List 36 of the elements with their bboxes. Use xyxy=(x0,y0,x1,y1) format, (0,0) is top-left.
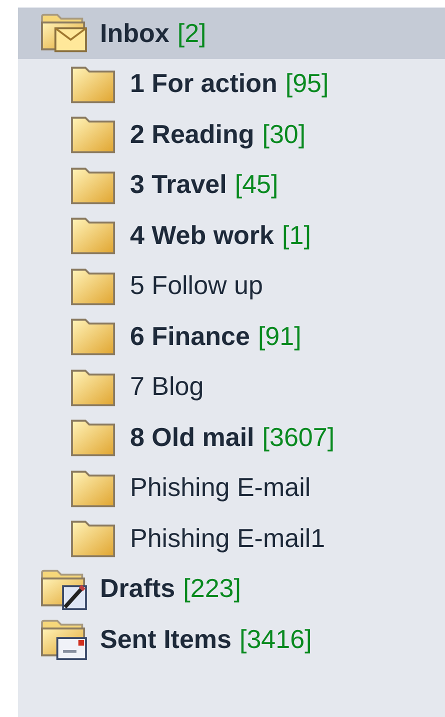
folder-item[interactable]: 2 Reading [30] xyxy=(18,109,445,160)
folder-name: 6 Finance xyxy=(130,320,250,353)
folder-item[interactable]: Phishing E-mail xyxy=(18,462,445,513)
unread-count: [95] xyxy=(285,67,329,100)
folder-name: Inbox xyxy=(100,16,170,50)
unread-count: [1] xyxy=(282,218,311,252)
folder-item[interactable]: Inbox [2] xyxy=(18,8,445,58)
folder-name: 1 For action xyxy=(130,67,278,100)
folder-item[interactable]: 7 Blog xyxy=(18,362,445,412)
unread-count: [3607] xyxy=(262,420,335,454)
unread-count: [45] xyxy=(234,168,278,202)
unread-count: [91] xyxy=(258,320,302,353)
folder-item[interactable]: Sent Items [3416] xyxy=(18,614,445,664)
folder-item[interactable]: 6 Finance [91] xyxy=(18,311,445,362)
folder-name: Phishing E-mail xyxy=(130,471,311,504)
folder-item[interactable]: Phishing E-mail1 xyxy=(18,513,445,564)
folder-name: Phishing E-mail1 xyxy=(130,522,326,555)
folder-name: 5 Follow up xyxy=(130,269,263,302)
folder-item[interactable]: 8 Old mail [3607] xyxy=(18,412,445,462)
folder-envelope-icon xyxy=(40,617,88,662)
folder-item[interactable]: Drafts [223] xyxy=(18,564,445,614)
unread-count: [223] xyxy=(183,572,241,606)
folder-name: 3 Travel xyxy=(130,168,227,202)
folder-name: 4 Web work xyxy=(130,218,274,252)
folder-name: 7 Blog xyxy=(130,370,204,404)
folder-item[interactable]: 5 Follow up xyxy=(18,260,445,311)
unread-count: [2] xyxy=(177,16,206,50)
unread-count: [3416] xyxy=(240,622,312,656)
folder-name: 2 Reading xyxy=(130,118,254,151)
unread-count: [30] xyxy=(262,118,306,151)
folder-item[interactable]: 4 Web work [1] xyxy=(18,210,445,260)
folder-item[interactable]: 1 For action [95] xyxy=(18,58,445,109)
folder-name: 8 Old mail xyxy=(130,420,254,454)
folder-item[interactable]: 3 Travel [45] xyxy=(18,160,445,210)
folder-name: Drafts xyxy=(100,572,176,606)
folder-name: Sent Items xyxy=(100,622,232,656)
